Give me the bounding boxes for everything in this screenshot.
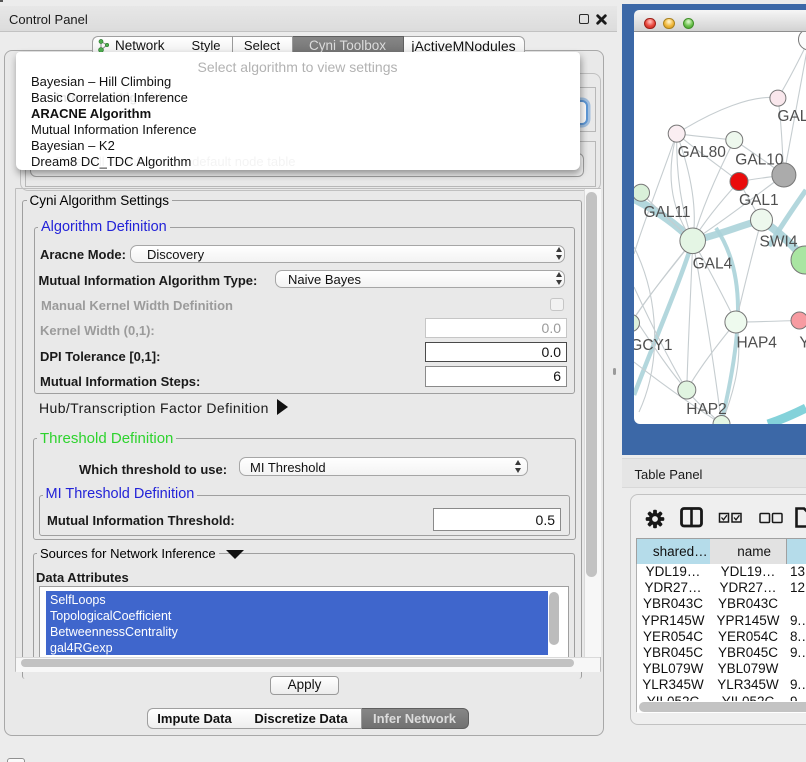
svg-text:SWI4: SWI4 bbox=[760, 234, 798, 251]
svg-text:HAP4: HAP4 bbox=[736, 335, 777, 352]
svg-text:GAL7: GAL7 bbox=[777, 108, 806, 125]
svg-text:GAL80: GAL80 bbox=[678, 144, 727, 161]
svg-text:GAL11: GAL11 bbox=[643, 204, 690, 221]
svg-text:GCY1: GCY1 bbox=[634, 337, 673, 354]
svg-text:GAL10: GAL10 bbox=[735, 152, 784, 169]
svg-text:HAP2: HAP2 bbox=[686, 401, 727, 418]
svg-text:GAL1: GAL1 bbox=[739, 192, 779, 209]
svg-text:GAL4: GAL4 bbox=[693, 255, 733, 272]
svg-text:YJL2: YJL2 bbox=[799, 335, 806, 352]
